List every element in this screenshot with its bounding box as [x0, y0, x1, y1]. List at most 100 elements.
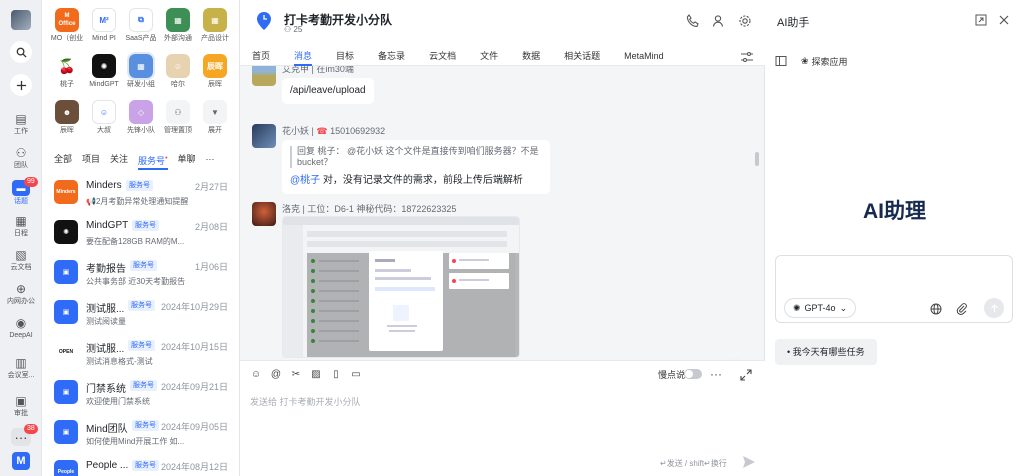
suggestion-chip[interactable]: • 我今天有哪些任务 [775, 339, 877, 365]
chat-tab[interactable]: 首页 [240, 48, 282, 66]
app-shortcut[interactable]: ◇ 先锋小队 [122, 100, 160, 136]
slow-mode-label: 慢点说 [658, 370, 686, 380]
image-attachment[interactable] [282, 216, 520, 358]
ai-assistant-panel: AI助手 ❀ 探索应用 AI助理 ✺ GPT-4o ⌄ • 我今天有哪些任务 [765, 0, 1024, 476]
file-icon[interactable]: ▯ [330, 369, 342, 381]
chat-tab[interactable]: 相关话题 [552, 48, 612, 66]
rail-item-calendar[interactable]: ▦ 日程 [0, 214, 42, 238]
more-options-icon[interactable]: ··· [710, 367, 722, 381]
rail-item-approval[interactable]: ▣ 审批 [0, 394, 42, 418]
settings-gear-icon[interactable] [738, 14, 752, 28]
explore-apps-button[interactable]: ❀ 探索应用 [801, 55, 848, 68]
app-shortcut[interactable]: ☻ 辰晖 [48, 100, 86, 136]
filter-label: 项目 [82, 154, 101, 164]
conversation-item[interactable]: ✺ MindGPT 服务号 2月08日 要在配备128GB RAM的M... [42, 212, 239, 252]
conversation-item[interactable]: ▣ 测试服... 服务号 2024年10月29日 测试阅读量 [42, 292, 239, 332]
members-icon: ⚇ [284, 25, 294, 34]
app-shortcut[interactable]: ▦ 外部沟通 [159, 8, 197, 44]
ai-prompt-box[interactable]: ✺ GPT-4o ⌄ [775, 255, 1013, 323]
app-shortcut[interactable]: ⚇ 管理置顶 [159, 100, 197, 136]
conversation-item[interactable]: OPEN 测试服... 服务号 2024年10月15日 测试消息格式-测试 [42, 332, 239, 372]
phone-icon[interactable] [686, 14, 700, 28]
chat-tab[interactable]: MetaMind [612, 48, 676, 66]
app-shortcut[interactable]: ⧉ SaaS产品 [122, 8, 160, 44]
ai-panel-title: AI助手 [777, 17, 810, 29]
app-shortcut[interactable]: ✺ MindGPT [85, 54, 123, 90]
tab-settings-icon[interactable] [741, 52, 753, 62]
message-input[interactable]: 发送给 打卡考勤开发小分队 [250, 395, 361, 408]
message-scrollbar[interactable] [755, 152, 759, 166]
app-label: 辰晖 [60, 127, 74, 134]
app-shortcut[interactable]: M Office MO（创业 [48, 8, 86, 44]
sender-avatar[interactable] [252, 66, 276, 86]
emoji-icon[interactable]: ☺ [250, 369, 262, 381]
filter-tab[interactable]: 单聊 [178, 153, 196, 167]
rail-item-deepai[interactable]: ◉ DeepAI [0, 316, 42, 340]
filter-tab[interactable]: 关注 [110, 153, 128, 167]
chat-tab[interactable]: 消息 [282, 48, 324, 66]
cloud-doc-icon: ▧ [15, 248, 27, 262]
app-shortcut[interactable]: ▼ 展开 [196, 100, 234, 136]
chat-tab[interactable]: 云文档 [417, 48, 468, 66]
filter-tab[interactable]: 全部 [54, 153, 72, 167]
filter-tab[interactable]: ··· [206, 153, 215, 167]
conversation-item[interactable]: ▣ 门禁系统 服务号 2024年09月21日 欢迎使用门禁系统 [42, 372, 239, 412]
conversation-name: Minders [86, 180, 122, 191]
chat-tab[interactable]: 文件 [468, 48, 510, 66]
conversation-item[interactable]: Minders Minders 服务号 2月27日 📢2月考勤异常处理通知提醒 [42, 172, 239, 212]
rail-label: DeepAI [9, 332, 33, 339]
search-icon[interactable] [10, 41, 32, 63]
close-icon[interactable] [998, 14, 1010, 26]
conversation-date: 2024年10月15日 [160, 342, 228, 352]
service-account-tag: 服务号 [126, 180, 153, 191]
user-avatar[interactable] [11, 10, 31, 30]
slow-mode-toggle[interactable] [684, 369, 702, 379]
sender-avatar[interactable] [252, 202, 276, 226]
ai-send-button[interactable] [984, 298, 1004, 318]
mention[interactable]: @桃子 [290, 175, 320, 186]
conversation-item[interactable]: ▣ Mind团队 服务号 2024年09月05日 如何使用Mind开展工作 如... [42, 412, 239, 452]
image-icon[interactable]: ▨ [310, 369, 322, 381]
web-search-icon[interactable] [930, 303, 942, 315]
message-bubble[interactable]: 回复 桃子： @花小妖 这个文件是直接传到咱们服务器？不是bucket？ @桃子… [282, 140, 550, 194]
rail-item-cloud-doc[interactable]: ▧ 云文档 [0, 248, 42, 272]
filter-tab[interactable]: 项目 [82, 153, 100, 167]
app-shortcut[interactable]: M² Mind PI [85, 8, 123, 44]
message-body: 对，没有记录文件的需求，前段上传后端解析 [320, 175, 523, 186]
rail-item-team[interactable]: ⚇ 团队 [0, 146, 42, 170]
chat-tab[interactable]: 备忘录 [366, 48, 417, 66]
app-shortcut[interactable]: ▦ 产品设计 [196, 8, 234, 44]
add-member-icon[interactable] [712, 14, 726, 28]
rail-item-intranet[interactable]: ⊕ 内网办公 [0, 282, 42, 306]
add-icon[interactable] [10, 74, 32, 96]
reply-quote: 回复 桃子： @花小妖 这个文件是直接传到咱们服务器？不是bucket？ [290, 146, 542, 168]
app-shortcut[interactable]: 辰晖 辰晖 [196, 54, 234, 90]
expand-icon[interactable] [740, 369, 752, 381]
app-shortcut[interactable]: ☺ 哈尔 [159, 54, 197, 90]
chat-tab[interactable]: 目标 [324, 48, 366, 66]
attachment-icon[interactable] [956, 303, 968, 315]
conversation-item[interactable]: ▣ 考勤报告 服务号 1月06日 公共事务部 近30天考勤报告 [42, 252, 239, 292]
app-shortcut[interactable]: ▦ 研发小组 [122, 52, 160, 90]
member-count[interactable]: ⚇ 25 [284, 25, 302, 34]
app-shortcut[interactable]: ☺ 大叔 [85, 100, 123, 136]
at-mention-icon[interactable]: @ [270, 369, 282, 381]
calendar-icon: ▦ [15, 214, 27, 228]
scissors-icon[interactable]: ✂ [290, 369, 302, 381]
filter-tab[interactable]: 服务号• [138, 153, 168, 170]
app-label: 桃子 [60, 81, 74, 88]
pop-out-icon[interactable] [975, 14, 987, 26]
folder-icon[interactable]: ▭ [350, 369, 362, 381]
rail-item-work[interactable]: ▤ 工作 [0, 112, 42, 136]
explore-label: 探索应用 [811, 57, 848, 67]
sender-avatar[interactable] [252, 124, 276, 148]
chat-tab[interactable]: 数据 [510, 48, 552, 66]
message-bubble[interactable]: /api/leave/upload [282, 78, 374, 104]
app-shortcut[interactable]: 🍒 桃子 [48, 54, 86, 90]
model-selector[interactable]: ✺ GPT-4o ⌄ [784, 298, 857, 318]
send-icon[interactable] [742, 455, 756, 469]
conversation-item[interactable]: PeoplePeople ...服务号2024年08月12日欢迎使用People… [42, 452, 239, 476]
sidebar-toggle-icon[interactable] [775, 55, 787, 67]
rail-item-meeting-room[interactable]: ▥ 会议室... [0, 356, 42, 380]
message-list[interactable]: 艾克甲 | 在im30端 /api/leave/upload 花小妖 | ☎ 1… [240, 66, 765, 360]
